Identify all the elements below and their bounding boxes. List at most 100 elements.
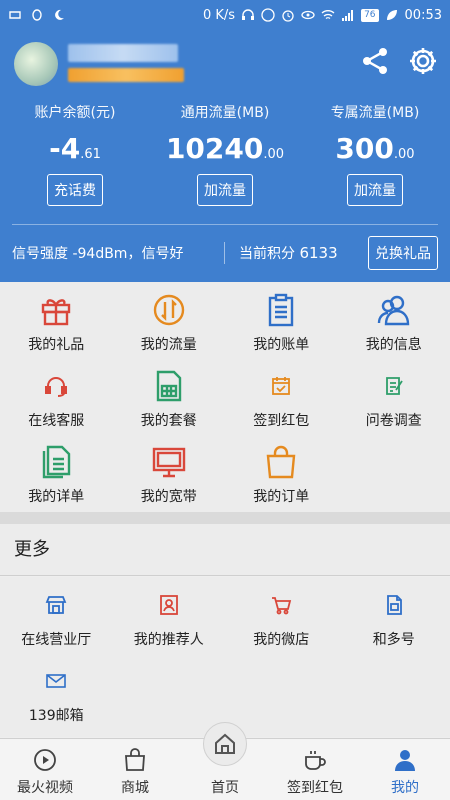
battery-indicator: 76 — [361, 8, 379, 22]
grid-item-package[interactable]: 我的套餐 — [113, 358, 226, 434]
multi-number-icon — [382, 593, 406, 617]
headphones-icon — [242, 9, 255, 20]
more-label-online-hall: 在线营业厅 — [21, 632, 92, 648]
general-flow-value: 10240 — [165, 132, 264, 165]
balance-value: -4 — [49, 132, 81, 165]
grid-label-details: 我的详单 — [28, 489, 85, 505]
grid-item-flow[interactable]: 我的流量 — [113, 282, 226, 358]
more-item-referrer[interactable]: 我的推荐人 — [113, 577, 226, 653]
balance-label: 账户余额(元) — [34, 105, 116, 121]
grid-item-details[interactable]: 我的详单 — [0, 434, 113, 510]
sim-card-icon — [151, 368, 187, 404]
more-section-title: 更多 — [0, 524, 450, 576]
bill-icon — [263, 292, 299, 328]
coffee-icon — [302, 747, 328, 773]
grid-item-broadband[interactable]: 我的宽带 — [113, 434, 226, 510]
grid-label-bill: 我的账单 — [253, 337, 310, 353]
special-flow-decimal: .00 — [393, 147, 415, 162]
nav-checkin[interactable]: 签到红包 — [270, 739, 360, 800]
share-button[interactable] — [358, 44, 392, 78]
more-item-multi-number[interactable]: 和多号 — [338, 577, 450, 653]
gift-icon — [38, 292, 74, 328]
nav-mall[interactable]: 商城 — [90, 739, 180, 800]
user-name-blurred — [68, 44, 178, 62]
account-header: 账户余额(元) -4.61 充话费 通用流量(MB) 10240.00 加流量 … — [0, 30, 450, 282]
settings-button[interactable] — [406, 44, 440, 78]
signal-icon — [342, 10, 354, 21]
grid-label-info: 我的信息 — [365, 337, 422, 353]
gear-icon — [410, 48, 436, 74]
shop-bag-icon — [122, 747, 148, 773]
avatar[interactable] — [14, 42, 58, 86]
wifi-icon — [321, 10, 335, 20]
add-special-flow-button[interactable]: 加流量 — [347, 174, 403, 206]
leaf-icon — [386, 10, 397, 20]
nav-label-hot-videos: 最火视频 — [17, 780, 73, 796]
balance-decimal: .61 — [80, 147, 101, 162]
network-speed: 0 K/s — [202, 7, 236, 23]
grid-item-service[interactable]: 在线客服 — [0, 358, 113, 434]
grid-label-flow: 我的流量 — [140, 337, 197, 353]
grid-label-checkin: 签到红包 — [253, 413, 310, 429]
nav-label-mine: 我的 — [391, 780, 419, 796]
hd-icon — [261, 8, 275, 22]
signal-value: -94dBm，信号好 — [72, 246, 184, 262]
cart-icon — [269, 593, 293, 617]
grid-label-orders: 我的订单 — [253, 489, 310, 505]
grid-item-empty — [338, 434, 450, 510]
exchange-gift-button[interactable]: 兑换礼品 — [368, 236, 438, 270]
flow-icon — [151, 292, 187, 328]
more-item-online-hall[interactable]: 在线营业厅 — [0, 577, 113, 653]
shopping-bag-icon — [263, 444, 299, 480]
eye-icon — [301, 10, 315, 20]
survey-icon — [382, 374, 406, 398]
special-flow-value: 300 — [335, 132, 394, 165]
general-flow-label: 通用流量(MB) — [180, 105, 270, 121]
headset-icon — [44, 374, 68, 398]
nav-hot-videos[interactable]: 最火视频 — [0, 739, 90, 800]
user-info-icon — [376, 292, 412, 328]
mail-icon — [44, 669, 68, 693]
signal-label: 信号强度 — [12, 246, 68, 262]
general-flow-decimal: .00 — [263, 147, 285, 162]
grid-item-bill[interactable]: 我的账单 — [225, 282, 338, 358]
nav-mine[interactable]: 我的 — [360, 739, 450, 800]
grid-label-gifts: 我的礼品 — [28, 337, 85, 353]
nav-label-checkin: 签到红包 — [287, 780, 343, 796]
store-icon — [44, 593, 68, 617]
grid-item-checkin[interactable]: 签到红包 — [225, 358, 338, 434]
points-value: 6133 — [299, 244, 338, 262]
general-flow-stat: 通用流量(MB) 10240.00 加流量 — [150, 102, 300, 206]
home-button[interactable] — [203, 722, 247, 766]
document-icon — [38, 444, 74, 480]
more-label-multi-number: 和多号 — [372, 632, 415, 648]
calendar-check-icon — [269, 374, 293, 398]
moon-icon — [55, 9, 64, 20]
add-flow-button[interactable]: 加流量 — [197, 174, 253, 206]
signal-row: 信号强度 -94dBm，信号好 当前积分 6133 兑换礼品 — [0, 235, 450, 271]
special-flow-stat: 专属流量(MB) 300.00 加流量 — [300, 102, 450, 206]
points-label: 当前积分 — [239, 246, 295, 262]
status-bar: 0 K/s 76 00:53 — [0, 0, 450, 30]
nav-label-mall: 商城 — [121, 780, 149, 796]
grid-item-info[interactable]: 我的信息 — [338, 282, 450, 358]
referrer-icon — [157, 593, 181, 617]
section-separator — [0, 512, 450, 524]
grid-label-service: 在线客服 — [28, 413, 85, 429]
more-item-micro-shop[interactable]: 我的微店 — [225, 577, 338, 653]
home-icon — [215, 733, 235, 754]
grid-label-broadband: 我的宽带 — [140, 489, 197, 505]
more-grid: 在线营业厅 我的推荐人 我的微店 和多号 139邮箱 — [0, 577, 450, 737]
more-label-micro-shop: 我的微店 — [253, 632, 310, 648]
special-flow-label: 专属流量(MB) — [330, 105, 420, 121]
notification-icon — [9, 11, 21, 19]
more-label-139-mail: 139邮箱 — [28, 708, 84, 724]
balance-stat: 账户余额(元) -4.61 充话费 — [0, 102, 150, 206]
recharge-button[interactable]: 充话费 — [47, 174, 103, 206]
clock: 00:53 — [404, 7, 442, 23]
grid-item-gifts[interactable]: 我的礼品 — [0, 282, 113, 358]
grid-item-survey[interactable]: 问卷调查 — [338, 358, 450, 434]
more-item-139-mail[interactable]: 139邮箱 — [0, 653, 113, 729]
person-icon — [392, 747, 418, 773]
grid-item-orders[interactable]: 我的订单 — [225, 434, 338, 510]
